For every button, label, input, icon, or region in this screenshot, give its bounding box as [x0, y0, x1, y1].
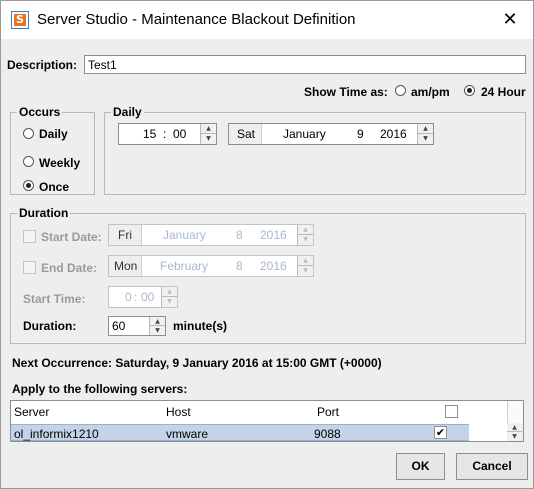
start-month: January	[163, 228, 206, 242]
dialog-window: S Server Studio - Maintenance Blackout D…	[0, 0, 534, 489]
duration-unit: minute(s)	[173, 319, 227, 333]
start-hour: 0	[125, 290, 132, 304]
end-day: 8	[236, 259, 243, 273]
start-date-checkbox[interactable]	[23, 230, 36, 243]
start-time-stepper[interactable]: ▲ ▼	[161, 287, 177, 307]
end-date-label: End Date:	[41, 261, 98, 275]
window-title: Server Studio - Maintenance Blackout Def…	[37, 11, 356, 28]
daily-day-name: Sat	[237, 127, 256, 141]
start-date-label: Start Date:	[41, 230, 102, 244]
occurs-daily-radio[interactable]	[23, 128, 34, 139]
spin-down-icon[interactable]: ▼	[418, 134, 433, 144]
occurs-once-radio[interactable]	[23, 180, 34, 191]
spin-down-icon[interactable]: ▼	[150, 326, 165, 335]
24hour-label: 24 Hour	[481, 85, 526, 99]
title-bar: S Server Studio - Maintenance Blackout D…	[1, 1, 533, 39]
cell-server: ol_informix1210	[14, 427, 99, 441]
cell-port: 9088	[314, 427, 341, 441]
start-day: 8	[236, 228, 243, 242]
spin-down-icon[interactable]: ▼	[162, 297, 177, 307]
duration-value: 60	[112, 319, 126, 333]
table-scrollbar[interactable]: ▲ ▼	[507, 401, 523, 441]
start-time-label: Start Time:	[23, 292, 86, 306]
cancel-button[interactable]: Cancel	[456, 453, 528, 480]
start-time-spinner[interactable]: 0 : 00 ▲ ▼	[108, 286, 178, 308]
spin-up-icon[interactable]: ▲	[298, 256, 313, 266]
start-day-name: Fri	[118, 228, 132, 242]
duration-stepper[interactable]: ▲ ▼	[149, 317, 165, 335]
start-date-spinner[interactable]: Fri January 8 2016 ▲ ▼	[108, 224, 314, 246]
start-year: 2016	[260, 228, 287, 242]
duration-spinner[interactable]: 60 ▲ ▼	[108, 316, 166, 336]
ampm-radio[interactable]	[395, 85, 406, 96]
column-header-port[interactable]: Port	[317, 405, 339, 419]
daily-date-stepper[interactable]: ▲ ▼	[417, 124, 433, 144]
occurs-weekly-label: Weekly	[39, 156, 81, 170]
end-date-checkbox[interactable]	[23, 261, 36, 274]
ampm-label: am/pm	[411, 85, 450, 99]
spin-down-icon[interactable]: ▼	[298, 266, 313, 276]
occurs-daily-label: Daily	[39, 127, 68, 141]
cell-host: vmware	[166, 427, 209, 441]
scroll-down-icon[interactable]: ▼	[507, 432, 522, 441]
spin-up-icon[interactable]: ▲	[418, 124, 433, 134]
daily-date-spinner[interactable]: Sat January 9 2016 ▲ ▼	[228, 123, 434, 145]
column-header-server[interactable]: Server	[14, 405, 49, 419]
ok-button[interactable]: OK	[396, 453, 445, 480]
table-row[interactable]: ol_informix1210 vmware 9088 ✔	[11, 424, 469, 441]
daily-year: 2016	[380, 127, 407, 141]
start-time-separator: :	[134, 290, 138, 304]
daily-minute: 00	[173, 127, 187, 141]
spin-down-icon[interactable]: ▼	[201, 134, 216, 144]
description-label: Description:	[7, 58, 78, 72]
daily-time-spinner[interactable]: 15 : 00 ▲ ▼	[118, 123, 217, 145]
next-occurrence-text: Next Occurrence: Saturday, 9 January 201…	[12, 356, 382, 370]
end-date-spinner[interactable]: Mon February 8 2016 ▲ ▼	[108, 255, 314, 277]
daily-time-stepper[interactable]: ▲ ▼	[200, 124, 216, 144]
servers-label: Apply to the following servers:	[12, 382, 188, 396]
spin-down-icon[interactable]: ▼	[298, 235, 313, 245]
occurs-title: Occurs	[17, 105, 63, 119]
end-day-name: Mon	[114, 259, 138, 273]
daily-hour: 15	[143, 127, 157, 141]
occurs-weekly-radio[interactable]	[23, 156, 34, 167]
spin-up-icon[interactable]: ▲	[150, 317, 165, 326]
description-input[interactable]: Test1	[84, 55, 526, 74]
duration-label: Duration:	[23, 319, 77, 333]
table-scroll-stepper[interactable]: ▲ ▼	[507, 423, 523, 441]
row-select-checkbox[interactable]: ✔	[434, 426, 447, 439]
select-all-checkbox[interactable]	[445, 405, 458, 418]
start-minute: 00	[141, 290, 155, 304]
time-separator: :	[163, 127, 167, 141]
daily-title: Daily	[111, 105, 144, 119]
end-date-stepper[interactable]: ▲ ▼	[297, 256, 313, 276]
end-year: 2016	[260, 259, 287, 273]
spin-up-icon[interactable]: ▲	[298, 225, 313, 235]
end-month: February	[160, 259, 209, 273]
show-time-label: Show Time as:	[304, 85, 388, 99]
occurs-once-label: Once	[39, 180, 70, 194]
start-date-stepper[interactable]: ▲ ▼	[297, 225, 313, 245]
daily-day: 9	[357, 127, 364, 141]
column-header-host[interactable]: Host	[166, 405, 191, 419]
duration-title: Duration	[17, 206, 71, 220]
spin-up-icon[interactable]: ▲	[162, 287, 177, 297]
daily-month: January	[283, 127, 326, 141]
close-icon[interactable]: ✕	[487, 1, 533, 39]
24hour-radio[interactable]	[464, 85, 475, 96]
app-logo-icon: S	[11, 11, 29, 29]
servers-table: Server Host Port ol_informix1210 vmware …	[10, 400, 524, 442]
spin-up-icon[interactable]: ▲	[201, 124, 216, 134]
scroll-up-icon[interactable]: ▲	[507, 423, 522, 432]
